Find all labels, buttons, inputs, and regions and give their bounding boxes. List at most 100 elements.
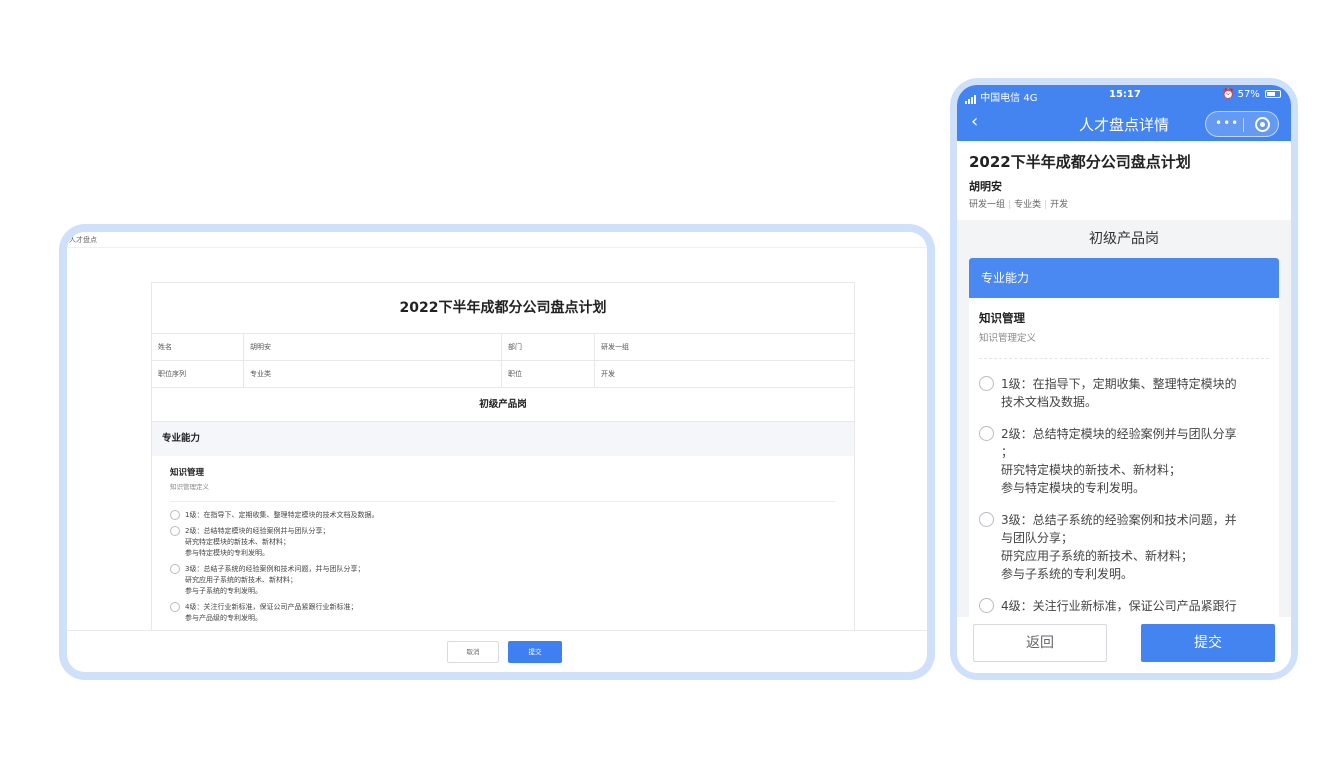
plan-title: 2022下半年成都分公司盘点计划 [152, 283, 854, 334]
level-option-line: 参与子系统的专利发明。 [1001, 567, 1134, 581]
meta-pos: 开发 [1050, 200, 1069, 210]
option-list: 1级：在指导下、定期收集、整理特定模块的技术文档及数据。 2级：总结特定模块的经验… [170, 502, 836, 624]
seq-label: 职位序列 [152, 361, 244, 387]
section-header: 专业能力 [152, 422, 854, 456]
mobile-footer: 返回 提交 [957, 617, 1291, 673]
more-icon[interactable]: ••• [1215, 116, 1239, 130]
level-option-line: 参与特定模块的专利发明。 [185, 549, 269, 557]
submit-button[interactable]: 提交 [1141, 624, 1275, 662]
submit-button[interactable]: 提交 [508, 641, 562, 663]
level-option-line: 研究应用子系统的新技术、新材料； [1001, 549, 1194, 563]
radio-circle-icon[interactable] [170, 526, 180, 536]
level-option[interactable]: 2级：总结特定模块的经验案例并与团队分享 ； 研究特定模块的新技术、新材料； 参与特定… [979, 425, 1269, 497]
battery-icon [1265, 90, 1281, 98]
employee-meta: 研发一组 | 专业类 | 开发 [969, 197, 1279, 210]
plan-title: 2022下半年成都分公司盘点计划 [969, 153, 1191, 171]
level-option-text: 3级：总结子系统的经验案例和技术问题，并与团队分享； 研究应用子系统的新技术、新材… [185, 564, 364, 597]
level-option[interactable]: 3级：总结子系统的经验案例和技术问题，并与团队分享； 研究应用子系统的新技术、新材… [979, 511, 1269, 583]
plan-header: 2022下半年成都分公司盘点计划 胡明安 研发一组 | 专业类 | 开发 [957, 141, 1291, 220]
level-option[interactable]: 3级：总结子系统的经验案例和技术问题，并与团队分享； 研究应用子系统的新技术、新材… [170, 564, 836, 597]
desktop-topbar: 人才盘点 [67, 232, 927, 248]
radio-circle-icon[interactable] [170, 602, 180, 612]
level-option-line: 参与特定模块的专利发明。 [1001, 481, 1146, 495]
radio-circle-icon[interactable] [979, 512, 994, 527]
seq-value: 专业类 [244, 361, 502, 387]
nav-bar: ‹ 人才盘点详情 ••• [957, 105, 1291, 141]
competency-card[interactable]: 专业能力 知识管理 知识管理定义 1级：在指导下，定期收集、整理特定模块的 技术文… [969, 258, 1279, 617]
level-option[interactable]: 2级：总结特定模块的经验案例并与团队分享； 研究特定模块的新技术、新材料； 参与特定… [170, 526, 836, 559]
level-option-text: 1级：在指导下、定期收集、整理特定模块的技术文档及数据。 [185, 510, 378, 521]
radio-circle-icon[interactable] [170, 564, 180, 574]
carrier-text: 中国电信 4G [980, 93, 1038, 104]
position-title: 初级产品岗 [957, 220, 1291, 258]
desktop-footer: 取消 提交 [67, 630, 927, 672]
info-row: 职位序列 专业类 职位 开发 [152, 361, 854, 388]
meta-divider: | [1044, 200, 1048, 210]
competency-definition: 知识管理定义 [170, 481, 836, 502]
level-option-text: 1级：在指导下，定期收集、整理特定模块的 技术文档及数据。 [1001, 375, 1237, 411]
level-option-line: 4级：关注行业新标准，保证公司产品紧跟行业新标准； [185, 603, 358, 611]
meta-divider: | [1008, 200, 1012, 210]
status-time: 15:17 [1109, 89, 1141, 100]
competency-definition: 知识管理定义 [979, 330, 1269, 359]
level-option-line: 参与产品级的专利发明。 [185, 614, 262, 622]
level-option[interactable]: 1级：在指导下，定期收集、整理特定模块的 技术文档及数据。 [979, 375, 1269, 411]
level-option-line: 与团队分享； [1001, 531, 1074, 545]
level-option-line: 3级：总结子系统的经验案例和技术问题，并与团队分享； [185, 565, 365, 573]
back-button[interactable]: 返回 [973, 624, 1107, 662]
radio-circle-icon[interactable] [979, 426, 994, 441]
level-option-line: 3级：总结子系统的经验案例和技术问题，并 [1001, 513, 1237, 527]
desktop-window: 人才盘点 2022下半年成都分公司盘点计划 姓名 胡明安 部门 研发一组 职位序… [67, 232, 927, 672]
level-option-text: 2级：总结特定模块的经验案例并与团队分享 ； 研究特定模块的新技术、新材料； 参与特定… [1001, 425, 1237, 497]
level-option-line: 1级：在指导下、定期收集、整理特定模块的技术文档及数据。 [185, 511, 379, 519]
level-option-line: 研究特定模块的新技术、新材料； [185, 538, 290, 546]
close-circle-icon[interactable] [1255, 117, 1270, 132]
signal-icon [965, 93, 977, 104]
pos-value: 开发 [601, 370, 615, 378]
dept-label: 部门 [502, 334, 595, 360]
name-label: 姓名 [152, 334, 244, 360]
desktop-preview-frame: 人才盘点 2022下半年成都分公司盘点计划 姓名 胡明安 部门 研发一组 职位序… [59, 224, 935, 680]
level-option-text: 4级：关注行业新标准，保证公司产品紧跟行 [1001, 597, 1237, 615]
level-option-line: 2级：总结特定模块的经验案例并与团队分享 [1001, 427, 1237, 441]
carrier: 中国电信 4G [965, 89, 1037, 104]
name-value: 胡明安 [244, 334, 502, 360]
status-bar: 中国电信 4G 15:17 ⏰ 57% [957, 85, 1291, 105]
meta-dept: 研发一组 [969, 200, 1006, 210]
capsule-divider [1243, 118, 1244, 132]
competency-block: 知识管理 知识管理定义 1级：在指导下，定期收集、整理特定模块的 技术文档及数据。… [969, 298, 1279, 617]
battery: ⏰ 57% [1222, 89, 1281, 100]
radio-circle-icon[interactable] [170, 510, 180, 520]
dept-value: 研发一组 [601, 343, 629, 351]
position-title: 初级产品岗 [152, 388, 854, 422]
level-option[interactable]: 4级：关注行业新标准，保证公司产品紧跟行 [979, 597, 1269, 615]
competency-name: 知识管理 [979, 311, 1025, 325]
mobile-screen: 中国电信 4G 15:17 ⏰ 57% ‹ 人才盘点详情 ••• 2022下半年… [957, 85, 1291, 673]
section-header: 专业能力 [969, 258, 1279, 298]
level-option-line: 4级：关注行业新标准，保证公司产品紧跟行 [1001, 599, 1237, 613]
meta-seq: 专业类 [1014, 200, 1042, 210]
level-option-line: 1级：在指导下，定期收集、整理特定模块的 [1001, 377, 1237, 391]
level-option-line: ； [1001, 445, 1014, 459]
employee-name: 胡明安 [969, 180, 1002, 193]
level-option-text: 2级：总结特定模块的经验案例并与团队分享； 研究特定模块的新技术、新材料； 参与特定… [185, 526, 329, 559]
level-option-line: 研究特定模块的新技术、新材料； [1001, 463, 1182, 477]
evaluation-form: 2022下半年成都分公司盘点计划 姓名 胡明安 部门 研发一组 职位序列 专业类… [151, 282, 855, 630]
level-option[interactable]: 1级：在指导下、定期收集、整理特定模块的技术文档及数据。 [170, 510, 836, 521]
level-option[interactable]: 4级：关注行业新标准，保证公司产品紧跟行业新标准； 参与产品级的专利发明。 [170, 602, 836, 624]
cancel-button[interactable]: 取消 [447, 641, 499, 663]
radio-circle-icon[interactable] [979, 376, 994, 391]
level-option-line: 2级：总结特定模块的经验案例并与团队分享； [185, 527, 330, 535]
mobile-preview-frame: 中国电信 4G 15:17 ⏰ 57% ‹ 人才盘点详情 ••• 2022下半年… [950, 78, 1298, 680]
competency-name: 知识管理 [170, 468, 205, 478]
level-option-line: 技术文档及数据。 [1001, 395, 1098, 409]
level-option-line: 研究应用子系统的新技术、新材料； [185, 576, 297, 584]
info-row: 姓名 胡明安 部门 研发一组 [152, 334, 854, 361]
alarm-icon: ⏰ [1221, 89, 1235, 100]
desktop-content[interactable]: 2022下半年成都分公司盘点计划 姓名 胡明安 部门 研发一组 职位序列 专业类… [67, 248, 927, 630]
level-option-line: 参与子系统的专利发明。 [185, 587, 262, 595]
level-option-text: 3级：总结子系统的经验案例和技术问题，并与团队分享； 研究应用子系统的新技术、新材… [1001, 511, 1237, 583]
competency-block: 知识管理 知识管理定义 1级：在指导下、定期收集、整理特定模块的技术文档及数据。… [152, 456, 854, 624]
radio-circle-icon[interactable] [979, 598, 994, 613]
level-option-text: 4级：关注行业新标准，保证公司产品紧跟行业新标准； 参与产品级的专利发明。 [185, 602, 357, 624]
